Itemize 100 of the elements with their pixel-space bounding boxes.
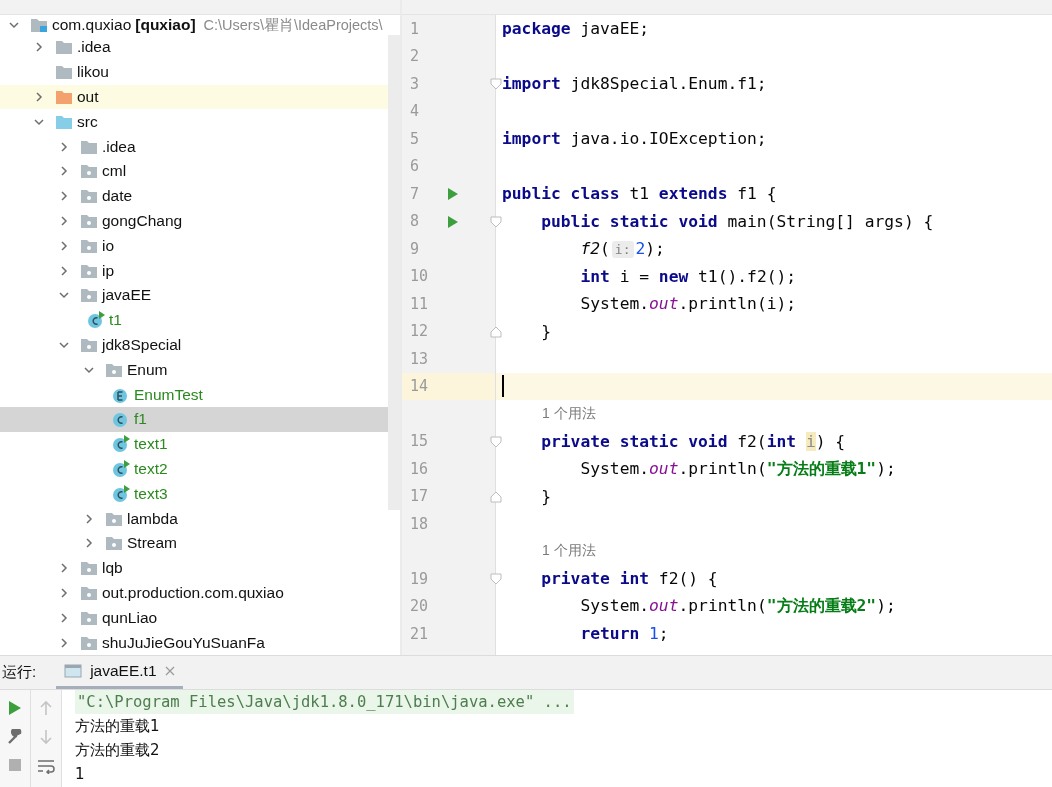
tree-item[interactable]: ip: [0, 258, 388, 284]
tree-item[interactable]: lqb: [0, 555, 388, 581]
folder-icon: [55, 64, 73, 81]
tree-item[interactable]: Enum: [0, 357, 388, 383]
line-number: 16: [410, 459, 429, 478]
wrench-icon[interactable]: [7, 729, 23, 745]
tree-item[interactable]: cml: [0, 159, 388, 184]
tree-item[interactable]: text2: [0, 456, 388, 482]
tree-item[interactable]: .idea: [0, 134, 388, 160]
fold-icon[interactable]: [490, 78, 502, 90]
scrollbar[interactable]: [388, 35, 400, 511]
chevron-icon: [58, 562, 70, 575]
folder-icon: [80, 585, 98, 601]
line-number: 20: [410, 597, 429, 616]
tree-item[interactable]: .idea: [0, 35, 388, 60]
tree-item[interactable]: com.quxiao [quxiao] C:\Users\瞿肖\IdeaProjects\: [0, 15, 400, 36]
line-number: 10: [410, 267, 429, 286]
chevron-icon: [58, 587, 70, 599]
folder-icon: [80, 163, 98, 180]
arrow-up-icon[interactable]: [39, 700, 53, 716]
line-number: 21: [410, 624, 429, 643]
tree-item[interactable]: javaEE: [0, 283, 388, 308]
tree-item[interactable]: src: [0, 109, 388, 135]
folder-icon: [55, 89, 73, 106]
module-name: [quxiao]: [135, 16, 196, 35]
code-line: private int f2() {: [540, 569, 718, 589]
chevron-icon: [58, 215, 70, 228]
module-folder-icon: [30, 17, 48, 34]
chevron-icon: [58, 264, 70, 277]
class-icon: [112, 435, 130, 454]
soft-wrap-icon[interactable]: [37, 758, 55, 774]
console-line: 方法的重载2: [75, 740, 160, 760]
chevron-icon: [58, 636, 70, 649]
usage-hint[interactable]: 1 个用法: [542, 404, 596, 423]
code-line: import java.io.IOException;: [502, 129, 767, 149]
line-number: 4: [410, 102, 420, 121]
console-line: 1: [75, 765, 85, 783]
run-icon[interactable]: [447, 187, 459, 201]
run-icon[interactable]: [8, 700, 22, 716]
tree-item[interactable]: out: [0, 84, 388, 110]
usage-hint[interactable]: 1 个用法: [542, 542, 596, 561]
folder-icon: [80, 138, 98, 155]
tree-item[interactable]: qunLiao: [0, 605, 388, 631]
folder-icon: [105, 535, 123, 552]
fold-icon[interactable]: [490, 215, 502, 228]
chevron-icon: [33, 41, 45, 54]
code-line: System.out.println(i);: [579, 294, 797, 314]
tree-item[interactable]: io: [0, 233, 388, 259]
fold-icon[interactable]: [490, 435, 502, 448]
chevron-icon: [58, 140, 70, 153]
stop-icon[interactable]: [8, 758, 22, 772]
fold-icon[interactable]: [490, 490, 502, 503]
line-number: 12: [410, 322, 429, 341]
tree-item[interactable]: EnumTest: [0, 382, 388, 408]
folder-icon: [55, 39, 73, 56]
tree-item[interactable]: gongChang: [0, 208, 388, 234]
code-line: public class t1 extends f1 {: [502, 184, 777, 204]
console-line: 方法的重载1: [75, 716, 160, 736]
tree-item[interactable]: likou: [0, 59, 388, 85]
fold-icon[interactable]: [490, 573, 502, 585]
code-line: public static void main(String[] args) {: [540, 211, 934, 231]
line-number: 18: [410, 514, 429, 533]
chevron-icon: [58, 239, 70, 252]
class-icon: [112, 460, 130, 478]
tree-item[interactable]: text1: [0, 431, 388, 457]
tree-item[interactable]: text3: [0, 481, 388, 507]
tree-item[interactable]: lambda: [0, 506, 388, 531]
code-line: System.out.println("方法的重载2");: [579, 595, 896, 618]
folder-icon: [55, 113, 73, 130]
class-icon: [112, 410, 130, 429]
class-icon: [112, 484, 130, 503]
tree-item[interactable]: t1: [0, 307, 388, 333]
line-number: 3: [410, 74, 420, 93]
tree-item[interactable]: jdk8Special: [0, 332, 388, 358]
chevron-icon: [58, 611, 70, 624]
folder-icon: [80, 213, 98, 230]
line-number: 13: [410, 349, 429, 368]
code-line: }: [540, 486, 551, 506]
tree-item[interactable]: Stream: [0, 531, 388, 556]
tree-item[interactable]: out.production.com.quxiao: [0, 580, 388, 606]
folder-icon: [80, 188, 98, 205]
code-line: return 1;: [579, 624, 669, 644]
run-icon[interactable]: [447, 214, 459, 229]
folder-icon: [80, 609, 98, 626]
folder-icon: [80, 560, 98, 577]
console-icon: [64, 663, 83, 679]
line-number: 7: [410, 184, 420, 203]
folder-icon: [80, 337, 98, 354]
folder-icon: [80, 237, 98, 254]
close-icon[interactable]: [164, 666, 175, 676]
line-number: 15: [410, 432, 429, 451]
code-line: int i = new t1().f2();: [579, 266, 797, 286]
fold-icon[interactable]: [490, 325, 502, 338]
folder-icon: [105, 361, 123, 378]
tree-item[interactable]: shuJuJieGouYuSuanFa: [0, 630, 388, 655]
tree-item[interactable]: date: [0, 183, 388, 209]
arrow-down-icon[interactable]: [39, 729, 53, 745]
chevron-icon: [33, 91, 45, 104]
panel-label: 运行:: [2, 663, 37, 682]
chevron-icon: [58, 190, 70, 203]
